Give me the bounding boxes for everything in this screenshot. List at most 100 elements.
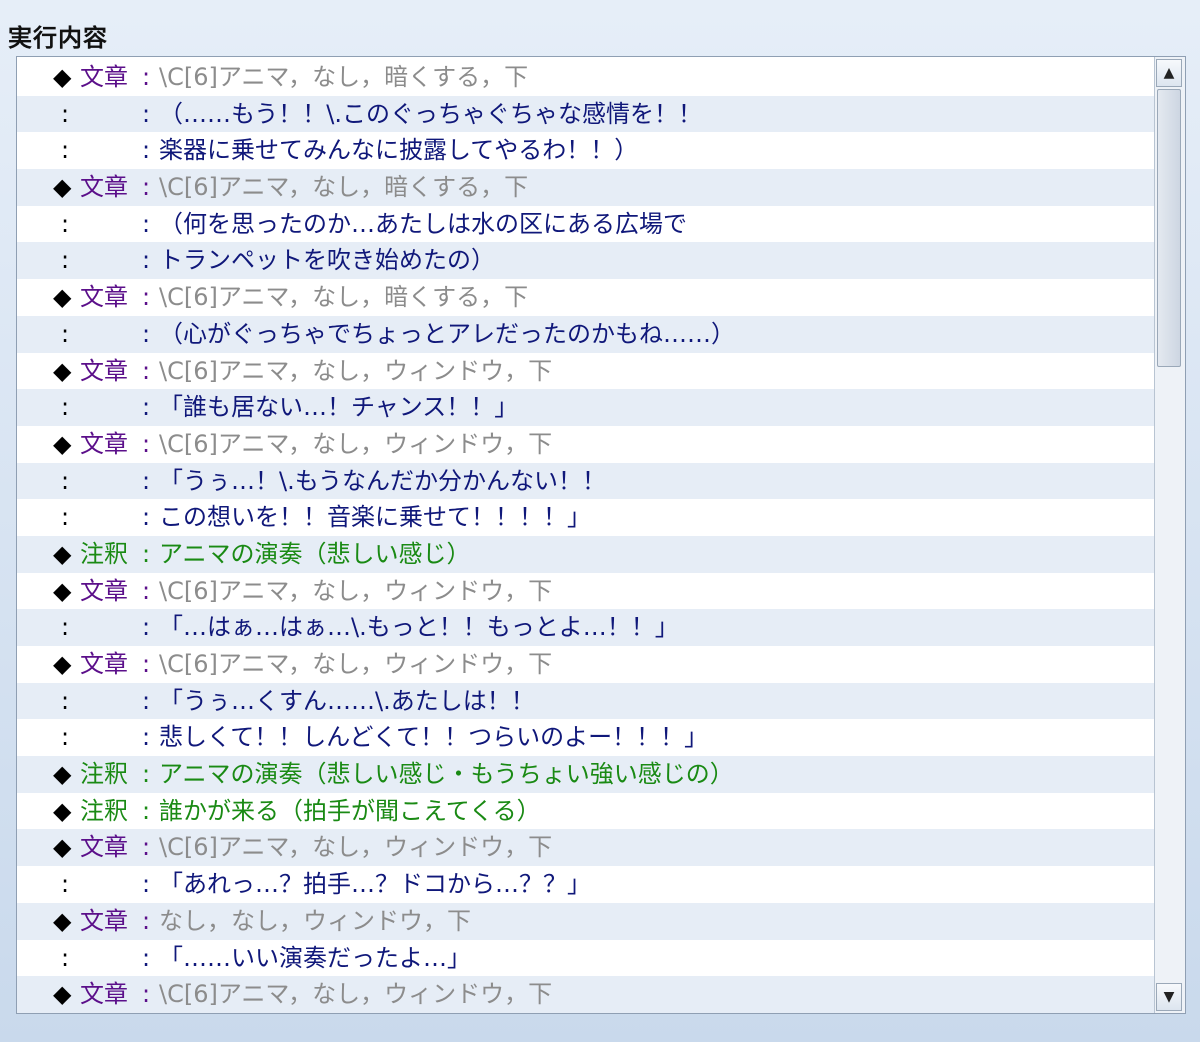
- text-command-row[interactable]: ◆ 文章: \C[6]アニマ，なし，ウィンドウ，下: [17, 829, 1157, 867]
- command-name: 文章: [80, 980, 128, 1009]
- command-name: 注釈: [80, 760, 128, 789]
- command-name: 文章: [80, 906, 128, 935]
- comment-command-row[interactable]: ◆ 注釈: アニマの演奏（悲しい感じ・もうちょい強い感じの）: [17, 756, 1157, 793]
- panel-title: 実行内容: [8, 24, 108, 52]
- command-text: 悲しくて！！しんどくて！！つらいのよー！！！」: [159, 723, 709, 752]
- command-continuation-row[interactable]: :: （何を思ったのか…あたしは水の区にある広場で: [17, 206, 1157, 243]
- separator-colon: :: [142, 833, 151, 862]
- diamond-icon: ◆: [53, 356, 72, 385]
- continuation-colon: :: [61, 136, 70, 165]
- command-continuation-row[interactable]: :: 「あれっ…？拍手…？ドコから…？？」: [17, 866, 1157, 903]
- command-text: \C[6]アニマ，なし，ウィンドウ，下: [159, 650, 553, 678]
- continuation-colon: :: [61, 613, 70, 642]
- text-command-row[interactable]: ◆ 文章: \C[6]アニマ，なし，ウィンドウ，下: [17, 353, 1157, 390]
- continuation-colon: :: [61, 99, 70, 128]
- command-continuation-row[interactable]: :: 楽器に乗せてみんなに披露してやるわ！！）: [17, 132, 1157, 169]
- separator-colon: :: [142, 723, 151, 752]
- separator-colon: :: [142, 429, 151, 458]
- command-text: 「誰も居ない…！チャンス！！」: [159, 393, 519, 422]
- command-text: 「うぅ…！\.もうなんだか分かんない！！: [159, 466, 606, 495]
- separator-colon: :: [142, 63, 151, 91]
- diamond-icon: ◆: [53, 650, 72, 678]
- command-name: 文章: [80, 650, 128, 678]
- command-continuation-row[interactable]: :: （……もう！！\.このぐっちゃぐちゃな感情を！！: [17, 95, 1157, 133]
- command-name: 文章: [80, 173, 128, 202]
- separator-colon: :: [142, 283, 151, 312]
- comment-command-row[interactable]: ◆ 注釈: アニマの演奏（悲しい感じ）: [17, 535, 1157, 573]
- separator-colon: :: [142, 319, 151, 348]
- command-continuation-row[interactable]: :: （心がぐっちゃでちょっとアレだったのかもね……）: [17, 315, 1157, 353]
- continuation-colon: :: [61, 503, 70, 532]
- separator-colon: :: [142, 503, 151, 532]
- continuation-colon: :: [61, 319, 70, 348]
- separator-colon: :: [142, 136, 151, 165]
- command-text: 楽器に乗せてみんなに披露してやるわ！！）: [159, 136, 639, 165]
- separator-colon: :: [142, 613, 151, 642]
- continuation-colon: :: [61, 870, 70, 899]
- separator-colon: :: [142, 796, 151, 825]
- text-command-row[interactable]: ◆ 文章: \C[6]アニマ，なし，暗くする，下: [17, 279, 1157, 316]
- command-text: \C[6]アニマ，なし，ウィンドウ，下: [159, 429, 553, 458]
- command-text: 誰かが来る（拍手が聞こえてくる）: [159, 796, 541, 825]
- separator-colon: :: [142, 466, 151, 495]
- command-continuation-row[interactable]: :: 「…はぁ…はぁ…\.もっと！！もっとよ…！！」: [17, 609, 1157, 646]
- command-text: 「うぅ…くすん……\.あたしは！！: [159, 686, 535, 715]
- separator-colon: :: [142, 980, 151, 1009]
- command-text: 「あれっ…？拍手…？ドコから…？？」: [159, 870, 591, 899]
- command-continuation-row[interactable]: :: 「誰も居ない…！チャンス！！」: [17, 389, 1157, 426]
- command-continuation-row[interactable]: :: 悲しくて！！しんどくて！！つらいのよー！！！」: [17, 719, 1157, 756]
- diamond-icon: ◆: [53, 796, 72, 825]
- command-rows: ◆ 文章: \C[6]アニマ，なし，暗くする，下:: （……もう！！\.このぐっちゃぐ…: [17, 59, 1157, 1013]
- command-name: 文章: [80, 283, 128, 312]
- command-name: 文章: [80, 63, 128, 91]
- text-command-row[interactable]: ◆ 文章: \C[6]アニマ，なし，ウィンドウ，下: [17, 976, 1157, 1013]
- command-text: \C[6]アニマ，なし，ウィンドウ，下: [159, 356, 553, 385]
- command-continuation-row[interactable]: :: トランペットを吹き始めたの）: [17, 242, 1157, 280]
- comment-command-row[interactable]: ◆ 注釈: 誰かが来る（拍手が聞こえてくる）: [17, 793, 1157, 830]
- scrollbar-thumb[interactable]: [1157, 89, 1181, 367]
- command-text: （心がぐっちゃでちょっとアレだったのかもね……）: [159, 319, 735, 348]
- text-command-row[interactable]: ◆ 文章: \C[6]アニマ，なし，ウィンドウ，下: [17, 573, 1157, 610]
- separator-colon: :: [142, 906, 151, 935]
- separator-colon: :: [142, 173, 151, 202]
- separator-colon: :: [142, 576, 151, 605]
- separator-colon: :: [142, 209, 151, 238]
- text-command-row[interactable]: ◆ 文章: \C[6]アニマ，なし，暗くする，下: [17, 169, 1157, 206]
- separator-colon: :: [142, 943, 151, 972]
- text-command-row[interactable]: ◆ 文章: なし，なし，ウィンドウ，下: [17, 902, 1157, 940]
- diamond-icon: ◆: [53, 906, 72, 935]
- command-continuation-row[interactable]: :: 「……いい演奏だったよ…」: [17, 940, 1157, 977]
- execution-content-panel: 実行内容 ◆ 文章: \C[6]アニマ，なし，暗くする，下:: （……もう！！\.この…: [0, 0, 1200, 1042]
- diamond-icon: ◆: [53, 539, 72, 568]
- separator-colon: :: [142, 870, 151, 899]
- command-text: トランペットを吹き始めたの）: [159, 246, 495, 275]
- scroll-down-icon[interactable]: ▼: [1156, 983, 1182, 1011]
- command-continuation-row[interactable]: :: この想いを！！音楽に乗せて！！！！」: [17, 499, 1157, 536]
- vertical-scrollbar[interactable]: ▲ ▼: [1154, 57, 1185, 1013]
- continuation-colon: :: [61, 246, 70, 275]
- separator-colon: :: [142, 760, 151, 789]
- command-continuation-row[interactable]: :: 「うぅ…くすん……\.あたしは！！: [17, 682, 1157, 720]
- command-text: 「……いい演奏だったよ…」: [159, 943, 471, 972]
- separator-colon: :: [142, 99, 151, 128]
- diamond-icon: ◆: [53, 980, 72, 1009]
- command-text: \C[6]アニマ，なし，暗くする，下: [159, 173, 529, 202]
- command-text: \C[6]アニマ，なし，ウィンドウ，下: [159, 980, 553, 1009]
- command-text: （何を思ったのか…あたしは水の区にある広場で: [159, 209, 687, 238]
- separator-colon: :: [142, 356, 151, 385]
- scroll-up-icon[interactable]: ▲: [1156, 59, 1182, 87]
- text-command-row[interactable]: ◆ 文章: \C[6]アニマ，なし，ウィンドウ，下: [17, 426, 1157, 463]
- continuation-colon: :: [61, 466, 70, 495]
- diamond-icon: ◆: [53, 760, 72, 789]
- event-command-list[interactable]: ◆ 文章: \C[6]アニマ，なし，暗くする，下:: （……もう！！\.このぐっちゃぐ…: [16, 56, 1186, 1014]
- continuation-colon: :: [61, 209, 70, 238]
- diamond-icon: ◆: [53, 576, 72, 605]
- command-name: 文章: [80, 356, 128, 385]
- text-command-row[interactable]: ◆ 文章: \C[6]アニマ，なし，暗くする，下: [17, 59, 1157, 96]
- diamond-icon: ◆: [53, 429, 72, 458]
- continuation-colon: :: [61, 943, 70, 972]
- text-command-row[interactable]: ◆ 文章: \C[6]アニマ，なし，ウィンドウ，下: [17, 646, 1157, 683]
- continuation-colon: :: [61, 686, 70, 715]
- command-text: \C[6]アニマ，なし，ウィンドウ，下: [159, 576, 553, 605]
- command-continuation-row[interactable]: :: 「うぅ…！\.もうなんだか分かんない！！: [17, 462, 1157, 500]
